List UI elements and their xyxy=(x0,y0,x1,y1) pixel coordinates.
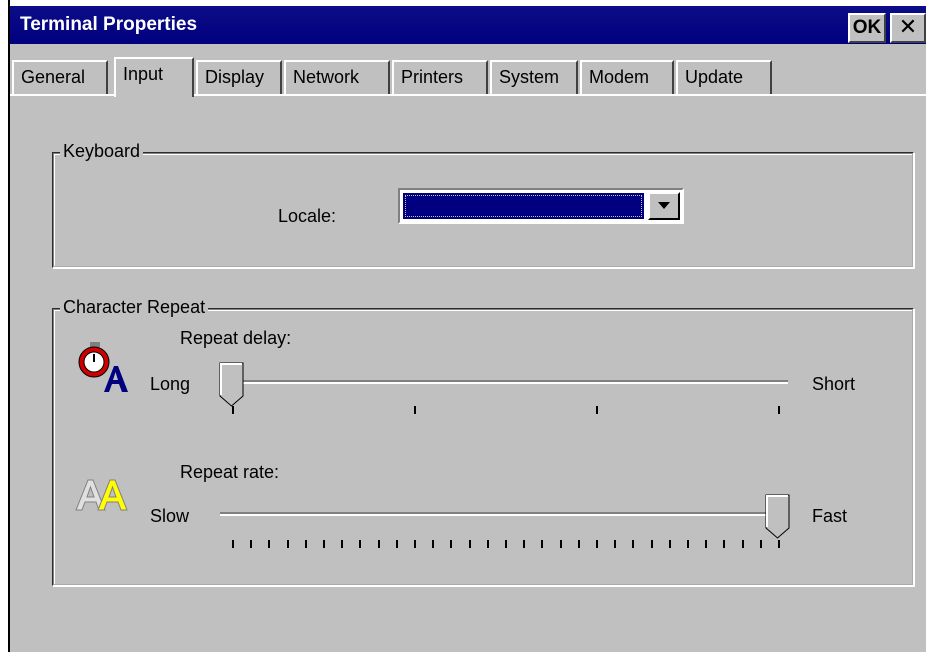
locale-label: Locale: xyxy=(278,206,337,226)
tab-general[interactable]: General xyxy=(12,60,108,94)
slider-tick xyxy=(432,540,435,548)
character-repeat-legend: Character Repeat xyxy=(60,297,209,318)
close-icon: ✕ xyxy=(898,14,918,39)
tab-display[interactable]: Display xyxy=(196,60,282,94)
stopwatch-icon xyxy=(78,342,128,392)
slider-tick xyxy=(541,540,544,548)
terminal-properties-window: Terminal Properties OK ✕ General Input D… xyxy=(8,0,926,652)
title-bar[interactable]: Terminal Properties OK ✕ xyxy=(10,0,926,44)
slider-tick xyxy=(250,540,253,548)
repeat-delay-max-label: Short xyxy=(812,374,856,394)
repeat-delay-track[interactable] xyxy=(220,380,788,384)
slider-tick xyxy=(596,406,598,414)
slider-tick xyxy=(468,540,471,548)
slider-tick xyxy=(723,540,726,548)
repeat-rate-track[interactable] xyxy=(220,512,788,516)
slider-tick xyxy=(741,540,744,548)
slider-tick xyxy=(341,540,344,548)
locale-selected-value[interactable] xyxy=(403,193,644,219)
slider-tick xyxy=(268,540,271,548)
repeat-rate-ticks xyxy=(232,540,780,550)
tab-strip: General Input Display Network Printers S… xyxy=(10,57,926,97)
slider-tick xyxy=(559,540,562,548)
close-button[interactable]: ✕ xyxy=(890,13,926,43)
slider-tick xyxy=(304,540,307,548)
locale-dropdown-button[interactable] xyxy=(648,192,680,220)
slider-tick xyxy=(577,540,580,548)
slider-tick xyxy=(687,540,689,548)
slider-tick xyxy=(778,406,780,414)
repeat-delay-ticks xyxy=(232,406,780,416)
repeat-delay-label: Repeat delay: xyxy=(180,328,292,348)
slider-tick xyxy=(377,540,380,548)
slider-tick xyxy=(450,540,453,548)
keyboard-legend: Keyboard xyxy=(60,141,144,162)
slider-tick xyxy=(395,540,398,548)
repeat-rate-slider-thumb[interactable] xyxy=(765,494,791,540)
slider-tick xyxy=(705,540,708,548)
tab-network[interactable]: Network xyxy=(284,60,390,94)
slider-tick xyxy=(286,540,289,548)
slider-tick xyxy=(359,540,362,548)
slider-tick xyxy=(486,540,489,548)
repeat-rate-max-label: Fast xyxy=(812,506,848,526)
repeat-rate-label: Repeat rate: xyxy=(180,462,280,482)
tab-update[interactable]: Update xyxy=(676,60,772,94)
tab-input[interactable]: Input xyxy=(114,57,194,97)
slider-tick xyxy=(323,540,325,548)
repeat-delay-slider-thumb[interactable] xyxy=(219,362,245,408)
slider-tick xyxy=(414,406,416,414)
slider-tick xyxy=(650,540,653,548)
ok-button[interactable]: OK xyxy=(848,13,886,43)
slider-tick xyxy=(759,540,762,548)
repeat-rate-min-label: Slow xyxy=(150,506,190,526)
slider-tick xyxy=(596,540,598,548)
slider-tick xyxy=(614,540,617,548)
slider-tick xyxy=(505,540,507,548)
tab-system[interactable]: System xyxy=(490,60,578,94)
tab-modem[interactable]: Modem xyxy=(580,60,674,94)
slider-tick xyxy=(523,540,526,548)
locale-dropdown[interactable] xyxy=(398,188,684,224)
slider-tick xyxy=(414,540,416,548)
slider-tick xyxy=(668,540,671,548)
chevron-down-icon xyxy=(658,202,670,209)
slider-tick xyxy=(632,540,635,548)
slider-tick xyxy=(778,540,780,548)
repeat-delay-min-label: Long xyxy=(150,374,191,394)
window-title: Terminal Properties xyxy=(20,14,198,35)
slider-tick xyxy=(232,540,234,548)
repeat-rate-icon xyxy=(75,479,128,511)
tab-printers[interactable]: Printers xyxy=(392,60,488,94)
